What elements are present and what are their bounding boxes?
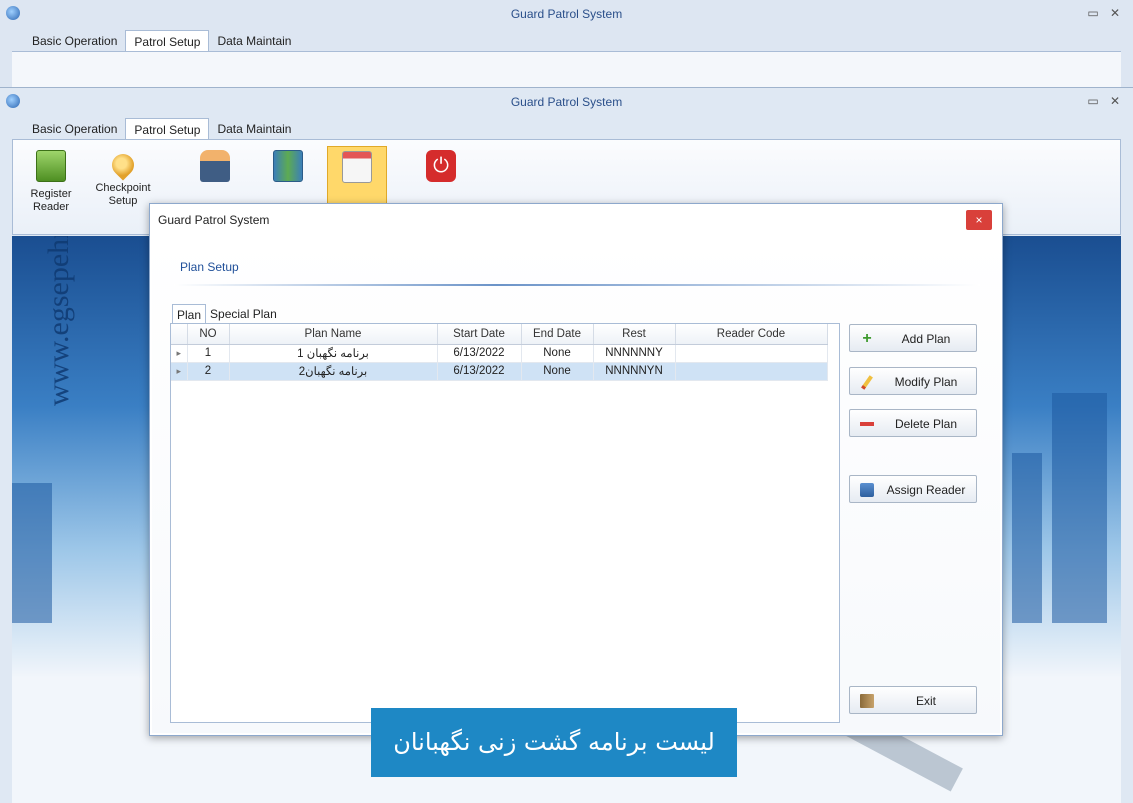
cell-start-date[interactable]: 6/13/2022 <box>437 362 522 381</box>
tab-patrol-setup[interactable]: Patrol Setup <box>125 118 210 140</box>
assign-reader-button[interactable]: Assign Reader <box>849 475 977 503</box>
calendar-icon <box>342 151 372 183</box>
cell-plan-name[interactable]: برنامه نگهبان2 <box>229 362 438 381</box>
column-header-start-date[interactable]: Start Date <box>437 324 522 345</box>
modify-plan-button[interactable]: Modify Plan <box>849 367 977 395</box>
exit-door-icon <box>860 694 874 708</box>
exit-button[interactable]: Exit <box>849 686 977 714</box>
title-bar: Guard Patrol System ▭ ✕ <box>0 0 1133 28</box>
close-icon[interactable]: ✕ <box>1109 7 1121 19</box>
reader-icon <box>36 150 66 182</box>
row-marker-icon: ▸ <box>171 344 188 363</box>
reader-device-icon <box>860 483 874 497</box>
tab-special-plan[interactable]: Special Plan <box>206 304 281 324</box>
column-header-reader-code[interactable]: Reader Code <box>675 324 828 345</box>
menu-tabs: Basic Operation Patrol Setup Data Mainta… <box>24 118 299 140</box>
section-title: Plan Setup <box>180 260 239 274</box>
cell-rest[interactable]: NNNNNNY <box>593 344 676 363</box>
close-icon[interactable]: ✕ <box>1109 95 1121 107</box>
cell-end-date[interactable]: None <box>521 362 594 381</box>
table-row[interactable]: ▸ 1 برنامه نگهبان 1 6/13/2022 None NNNNN… <box>171 344 828 363</box>
plan-table: NO Plan Name Start Date End Date Rest Re… <box>170 323 840 777</box>
register-reader-button[interactable]: Register Reader <box>21 146 81 228</box>
minus-icon <box>860 422 874 426</box>
assign-reader-label: Assign Reader <box>886 483 966 497</box>
checkpoint-setup-label: Checkpoint Setup <box>95 182 151 207</box>
watermark-text: www.egsepehr.com <box>42 236 75 406</box>
window-title: Guard Patrol System <box>510 7 623 21</box>
power-icon: ⏻ <box>426 150 456 182</box>
pencil-icon <box>861 375 873 390</box>
plan-setup-dialog: Guard Patrol System × Plan Setup Plan Sp… <box>149 203 1003 777</box>
tab-data-maintain[interactable]: Data Maintain <box>209 118 299 140</box>
column-header-no[interactable]: NO <box>187 324 230 345</box>
dialog-title: Guard Patrol System <box>158 213 270 227</box>
minimize-icon[interactable]: ▭ <box>1087 95 1099 107</box>
menu-tabs: Basic Operation Patrol Setup Data Mainta… <box>24 30 299 52</box>
cell-reader-code[interactable] <box>675 344 828 363</box>
ribbon-strip <box>12 51 1121 87</box>
dialog-body: Plan Setup Plan Special Plan NO Plan Nam… <box>152 236 1000 777</box>
caption-banner: لیست برنامه گشت زنی نگهبانان <box>371 708 737 777</box>
section-divider <box>174 284 980 286</box>
add-plan-label: Add Plan <box>901 332 951 346</box>
cell-end-date[interactable]: None <box>521 344 594 363</box>
cell-reader-code[interactable] <box>675 362 828 381</box>
tab-basic-operation[interactable]: Basic Operation <box>24 30 125 52</box>
row-header-cell <box>171 324 188 345</box>
table-header-row: NO Plan Name Start Date End Date Rest Re… <box>171 324 828 345</box>
cell-no[interactable]: 1 <box>187 344 230 363</box>
cell-start-date[interactable]: 6/13/2022 <box>437 344 522 363</box>
cell-rest[interactable]: NNNNNYN <box>593 362 676 381</box>
delete-plan-button[interactable]: Delete Plan <box>849 409 977 437</box>
plus-icon: + <box>862 330 872 347</box>
background-window: Guard Patrol System ▭ ✕ Basic Operation … <box>0 0 1133 88</box>
map-icon <box>273 150 303 182</box>
minimize-icon[interactable]: ▭ <box>1087 7 1099 19</box>
add-plan-button[interactable]: + Add Plan <box>849 324 977 352</box>
register-reader-label: Register Reader <box>30 188 72 213</box>
tab-patrol-setup[interactable]: Patrol Setup <box>125 30 210 52</box>
building-shape <box>12 483 52 623</box>
table-row[interactable]: ▸ 2 برنامه نگهبان2 6/13/2022 None NNNNNY… <box>171 362 828 381</box>
column-header-end-date[interactable]: End Date <box>521 324 594 345</box>
column-header-plan-name[interactable]: Plan Name <box>229 324 438 345</box>
location-pin-icon <box>107 149 139 181</box>
plan-tabs: Plan Special Plan <box>172 304 281 324</box>
guard-icon <box>200 150 230 182</box>
tab-basic-operation[interactable]: Basic Operation <box>24 118 125 140</box>
tab-plan[interactable]: Plan <box>172 304 207 324</box>
modify-plan-label: Modify Plan <box>894 375 958 389</box>
row-marker-icon: ▸ <box>171 362 188 381</box>
tab-data-maintain[interactable]: Data Maintain <box>209 30 299 52</box>
cell-no[interactable]: 2 <box>187 362 230 381</box>
building-shape <box>1012 453 1042 623</box>
column-header-rest[interactable]: Rest <box>593 324 676 345</box>
cell-plan-name[interactable]: برنامه نگهبان 1 <box>229 344 438 363</box>
exit-label: Exit <box>915 694 936 708</box>
dialog-close-button[interactable]: × <box>966 210 992 230</box>
title-bar: Guard Patrol System ▭ ✕ <box>0 88 1133 116</box>
delete-plan-label: Delete Plan <box>894 417 958 431</box>
window-title: Guard Patrol System <box>510 95 623 109</box>
building-shape <box>1052 393 1107 623</box>
checkpoint-setup-button[interactable]: Checkpoint Setup <box>93 146 153 228</box>
